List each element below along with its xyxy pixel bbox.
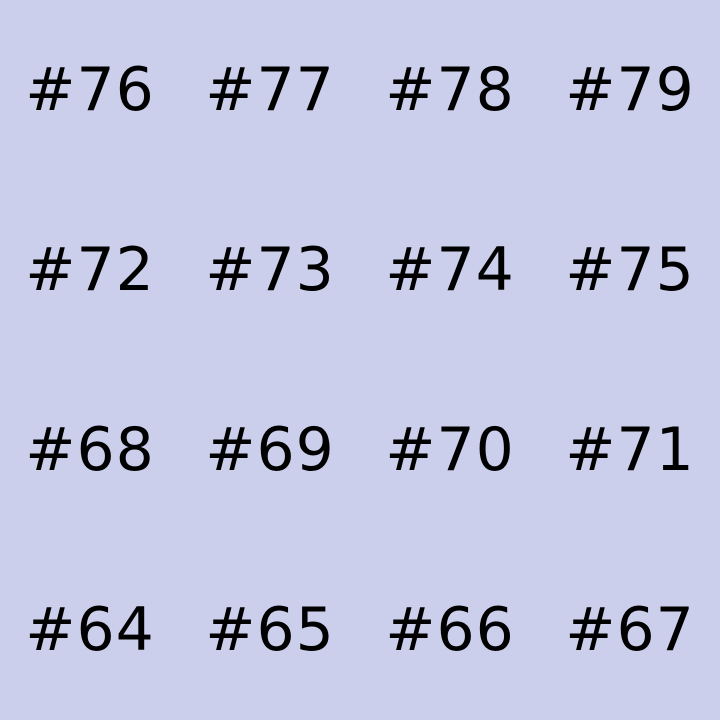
cell-64: #64 <box>25 595 155 665</box>
cell-71: #71 <box>565 415 695 485</box>
cell-73: #73 <box>205 235 335 305</box>
cell-65: #65 <box>205 595 335 665</box>
cell-76: #76 <box>25 55 155 125</box>
cell-67: #67 <box>565 595 695 665</box>
cell-78: #78 <box>385 55 515 125</box>
cell-69: #69 <box>205 415 335 485</box>
cell-68: #68 <box>25 415 155 485</box>
cell-79: #79 <box>565 55 695 125</box>
cell-75: #75 <box>565 235 695 305</box>
cell-77: #77 <box>205 55 335 125</box>
number-grid: #76 #77 #78 #79 #72 #73 #74 #75 #68 #69 … <box>0 0 720 720</box>
cell-70: #70 <box>385 415 515 485</box>
cell-74: #74 <box>385 235 515 305</box>
cell-66: #66 <box>385 595 515 665</box>
cell-72: #72 <box>25 235 155 305</box>
